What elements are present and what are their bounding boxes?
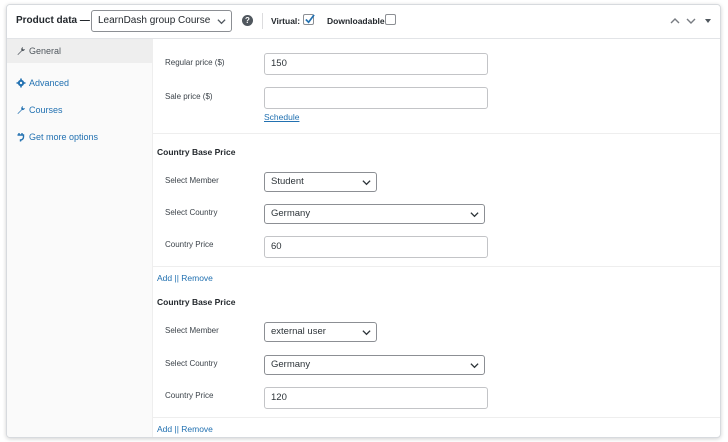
country-base-price-title: Country Base Price xyxy=(157,297,236,307)
select-member-value: Student xyxy=(271,176,304,187)
country-base-price-title: Country Base Price xyxy=(157,147,236,157)
sale-price-label: Sale price ($) xyxy=(165,92,213,101)
country-price-label: Country Price xyxy=(165,391,214,400)
product-data-header: Product data — LearnDash group Course ? … xyxy=(7,5,720,39)
product-data-panel: Product data — LearnDash group Course ? … xyxy=(6,4,721,438)
select-country-label: Select Country xyxy=(165,359,218,368)
collapse-icon[interactable] xyxy=(702,15,714,27)
product-type-value: LearnDash group Course xyxy=(98,15,211,26)
downloadable-label: Downloadable: xyxy=(327,16,388,26)
tab-advanced[interactable]: Advanced xyxy=(7,71,152,95)
chevron-down-icon xyxy=(362,330,371,336)
chevron-down-icon xyxy=(470,212,479,218)
country-price-label: Country Price xyxy=(165,240,214,249)
tab-courses-label: Courses xyxy=(29,105,63,115)
section-divider xyxy=(152,266,720,267)
tab-general-label: General xyxy=(29,46,62,56)
virtual-label: Virtual: xyxy=(271,16,301,26)
tab-advanced-label: Advanced xyxy=(29,78,70,88)
tab-get-more-options[interactable]: Get more options xyxy=(7,125,152,149)
chevron-down-icon xyxy=(470,363,479,369)
section-divider xyxy=(152,417,720,418)
select-country-value: Germany xyxy=(271,359,311,370)
schedule-link[interactable]: Schedule xyxy=(264,112,299,122)
product-data-tabs: General Advanced Courses Get more option… xyxy=(7,39,153,437)
select-member-label: Select Member xyxy=(165,176,219,185)
country-price-value: 60 xyxy=(271,241,282,252)
tab-get-more-options-label: Get more options xyxy=(29,132,99,142)
select-country-label: Select Country xyxy=(165,208,218,217)
section-divider xyxy=(152,133,720,134)
chevron-down-icon xyxy=(362,180,371,186)
move-up-icon[interactable] xyxy=(669,15,681,27)
wrench-icon xyxy=(17,47,25,55)
add-remove-links[interactable]: Add || Remove xyxy=(157,273,213,283)
sale-price-input[interactable] xyxy=(264,87,488,109)
wrench-icon xyxy=(17,106,25,114)
select-country-dropdown[interactable]: Germany xyxy=(264,355,485,375)
regular-price-label: Regular price ($) xyxy=(165,58,225,67)
product-data-title: Product data — xyxy=(16,15,90,26)
add-remove-links[interactable]: Add || Remove xyxy=(157,424,213,434)
header-divider xyxy=(262,13,263,29)
virtual-checkbox[interactable] xyxy=(303,14,315,25)
product-type-select[interactable]: LearnDash group Course xyxy=(91,10,232,32)
help-icon[interactable]: ? xyxy=(242,15,253,26)
country-price-input[interactable]: 120 xyxy=(264,387,488,409)
regular-price-input[interactable]: 150 xyxy=(264,53,488,75)
select-member-value: external user xyxy=(271,326,326,337)
select-member-dropdown[interactable]: Student xyxy=(264,172,377,192)
downloadable-checkbox[interactable] xyxy=(385,14,396,25)
regular-price-value: 150 xyxy=(271,58,287,69)
gear-icon xyxy=(16,78,26,88)
checkmark-icon xyxy=(305,14,315,24)
select-country-value: Germany xyxy=(271,208,311,219)
select-country-dropdown[interactable]: Germany xyxy=(264,204,485,224)
country-price-input[interactable]: 60 xyxy=(264,236,488,258)
general-panel: Regular price ($) 150 Sale price ($) Sch… xyxy=(152,39,720,437)
tab-general[interactable]: General xyxy=(7,39,152,63)
chevron-down-icon xyxy=(217,19,226,25)
country-price-value: 120 xyxy=(271,392,287,403)
move-down-icon[interactable] xyxy=(685,15,697,27)
tab-courses[interactable]: Courses xyxy=(7,98,152,122)
select-member-label: Select Member xyxy=(165,326,219,335)
select-member-dropdown[interactable]: external user xyxy=(264,322,377,342)
plugin-icon xyxy=(17,133,25,142)
